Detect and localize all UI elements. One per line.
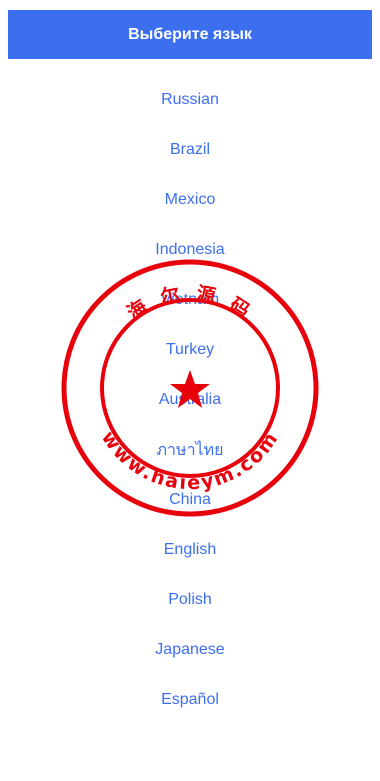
language-option-english[interactable]: English (0, 525, 380, 575)
language-option-japanese[interactable]: Japanese (0, 625, 380, 675)
header-bar: Выберите язык (8, 10, 372, 59)
language-option-russian[interactable]: Russian (0, 75, 380, 125)
language-option-australia[interactable]: Australia (0, 375, 380, 425)
page-title: Выберите язык (128, 25, 252, 43)
language-option-turkey[interactable]: Turkey (0, 325, 380, 375)
language-option-brazil[interactable]: Brazil (0, 125, 380, 175)
language-option-mexico[interactable]: Mexico (0, 175, 380, 225)
language-option-indonesia[interactable]: Indonesia (0, 225, 380, 275)
language-option-vietnam[interactable]: Vietnam (0, 275, 380, 325)
language-option-espanol[interactable]: Español (0, 675, 380, 725)
language-select-page: Выберите язык Russian Brazil Mexico Indo… (0, 0, 380, 781)
language-list: Russian Brazil Mexico Indonesia Vietnam … (0, 75, 380, 725)
language-option-polish[interactable]: Polish (0, 575, 380, 625)
language-option-thai[interactable]: ภาษาไทย (0, 425, 380, 475)
language-option-china[interactable]: China (0, 475, 380, 525)
